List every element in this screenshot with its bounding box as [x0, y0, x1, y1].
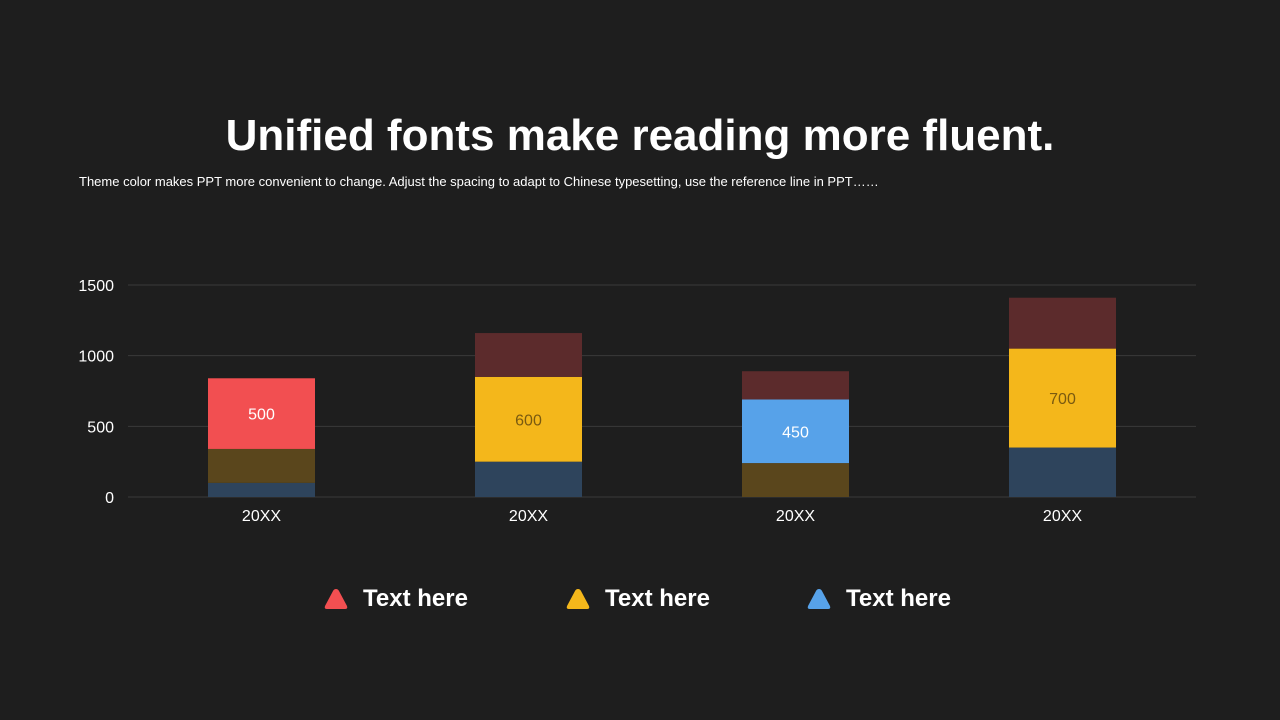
x-tick-label: 20XX [509, 508, 548, 525]
data-label: 500 [248, 407, 275, 424]
y-tick-label: 1000 [78, 349, 114, 366]
legend-swatch-1 [324, 589, 348, 609]
bar-segment [1009, 447, 1116, 497]
data-label: 600 [515, 412, 542, 429]
y-tick-label: 0 [105, 490, 114, 507]
y-tick-label: 1500 [78, 278, 114, 295]
chart-legend: Text here Text here Text here [0, 582, 1280, 616]
bar-segment [742, 463, 849, 497]
triangle-icon [807, 589, 831, 609]
bar-segment [1009, 297, 1116, 349]
data-label: 450 [782, 424, 809, 441]
legend-swatch-2 [566, 589, 590, 609]
legend-label-2: Text here [605, 585, 710, 612]
x-tick-label: 20XX [242, 508, 281, 525]
x-tick-label: 20XX [1043, 508, 1082, 525]
bar-segment [208, 482, 315, 497]
bar-segment [475, 333, 582, 377]
data-label: 700 [1049, 391, 1076, 408]
legend-label-1: Text here [363, 585, 468, 612]
triangle-icon [566, 589, 590, 609]
legend-label-3: Text here [846, 585, 951, 612]
y-tick-label: 500 [87, 419, 114, 436]
bar-segment [475, 461, 582, 497]
triangle-icon [324, 589, 348, 609]
legend-item-2: Text here [565, 582, 710, 616]
legend-swatch-3 [807, 589, 831, 609]
legend-item-3: Text here [806, 582, 951, 616]
legend-item-1: Text here [323, 582, 468, 616]
bar-segment [742, 371, 849, 400]
x-tick-label: 20XX [776, 508, 815, 525]
stacked-bar-chart: 0 500 1000 1500 500 20XX 600 20XX 450 20XX 700 20XX [78, 278, 1196, 525]
bar-segment [208, 448, 315, 483]
